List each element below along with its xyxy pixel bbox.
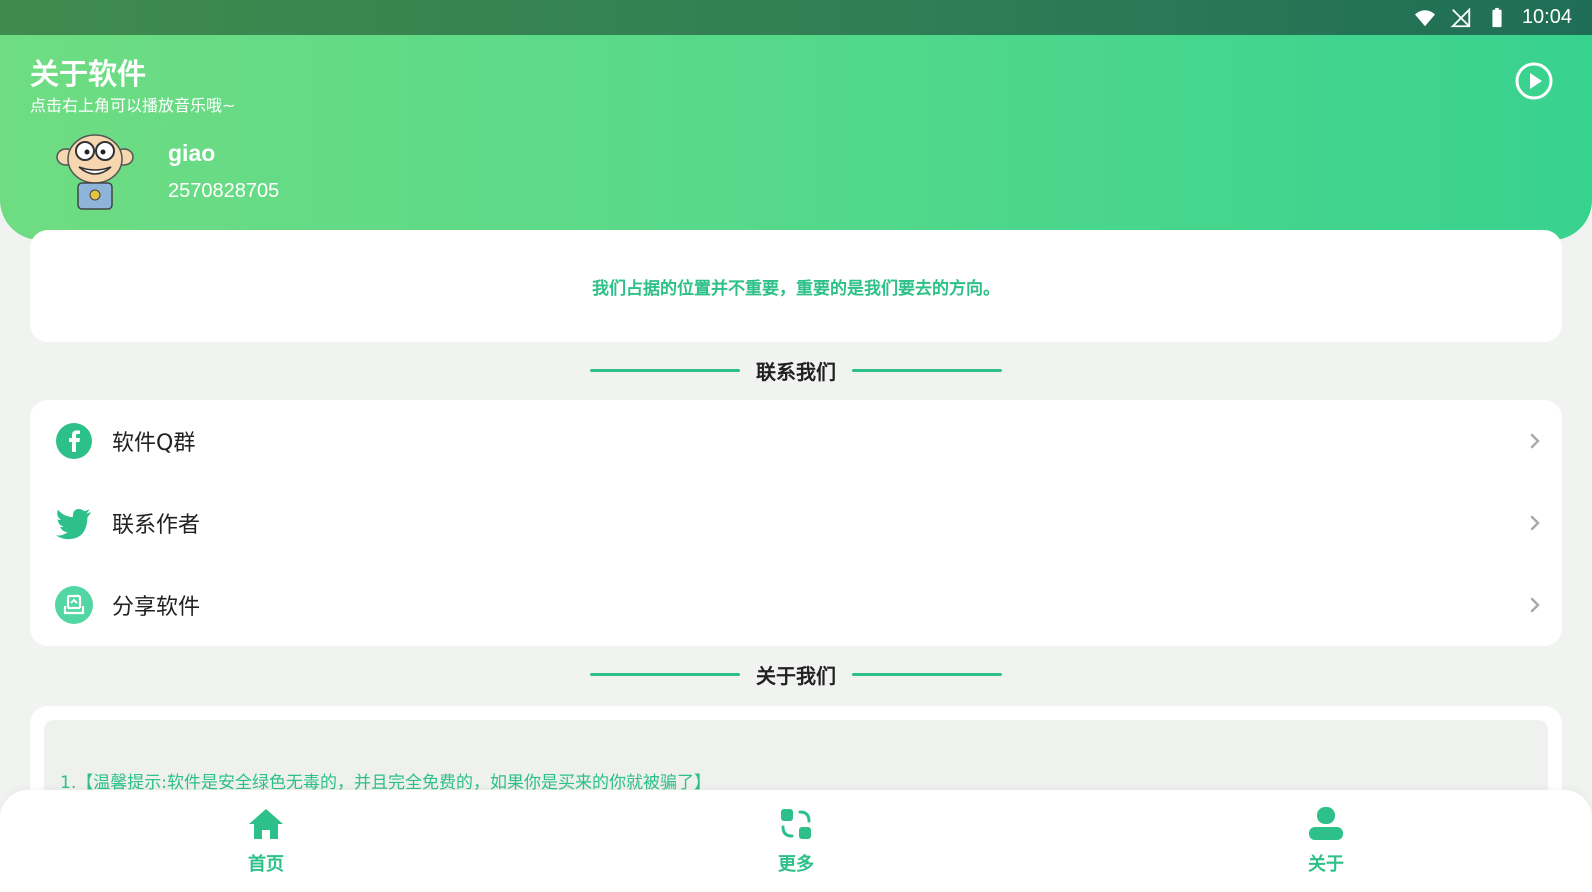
status-bar: 10:04 <box>0 0 1592 35</box>
motto-card: 我们占据的位置并不重要，重要的是我们要去的方向。 <box>30 230 1562 342</box>
about-section-title: 关于我们 <box>0 660 1592 689</box>
chevron-right-icon <box>1530 597 1540 613</box>
home-icon <box>249 809 283 839</box>
list-item-contact-author[interactable]: 联系作者 <box>30 482 1562 564</box>
wifi-icon <box>1414 9 1436 26</box>
no-signal-icon <box>1450 7 1471 27</box>
nav-label: 关于 <box>1308 854 1344 875</box>
bottom-navigation: 首页 更多 关于 <box>0 790 1592 892</box>
nav-tab-home[interactable]: 首页 <box>206 804 326 876</box>
section-heading: 关于我们 <box>756 664 836 688</box>
profile-header: 关于软件 点击右上角可以播放音乐哦~ giao 2570828705 <box>0 35 1592 240</box>
page-title: 关于软件 <box>30 57 147 91</box>
nav-label: 首页 <box>248 854 284 875</box>
user-id: 2570828705 <box>168 180 280 202</box>
contact-list: 软件Q群 联系作者 分享软件 <box>30 400 1562 646</box>
nav-label: 更多 <box>778 854 814 875</box>
divider-line <box>590 369 740 372</box>
facebook-icon <box>56 423 92 459</box>
page-subtitle: 点击右上角可以播放音乐哦~ <box>30 96 236 115</box>
chevron-right-icon <box>1530 433 1540 449</box>
nav-tab-about[interactable]: 关于 <box>1266 804 1386 876</box>
nav-tab-more[interactable]: 更多 <box>736 804 856 876</box>
user-icon <box>1309 807 1343 840</box>
divider-line <box>852 369 1002 372</box>
section-heading: 联系我们 <box>756 360 836 384</box>
twitter-icon <box>56 508 91 540</box>
avatar[interactable] <box>52 127 138 213</box>
grid-more-icon <box>781 809 811 839</box>
list-item-label: 分享软件 <box>112 595 201 620</box>
divider-line <box>590 673 740 676</box>
divider-line <box>852 673 1002 676</box>
status-time: 10:04 <box>1521 6 1572 28</box>
list-item-share-app[interactable]: 分享软件 <box>30 564 1562 646</box>
share-icon <box>55 586 93 624</box>
list-item-label: 联系作者 <box>112 513 201 538</box>
list-item-qq-group[interactable]: 软件Q群 <box>30 400 1562 482</box>
play-music-button[interactable] <box>1514 61 1554 101</box>
battery-icon <box>1492 7 1502 27</box>
contact-section-title: 联系我们 <box>0 356 1592 385</box>
user-name: giao <box>168 140 216 166</box>
chevron-right-icon <box>1530 515 1540 531</box>
list-item-label: 软件Q群 <box>112 431 196 456</box>
motto-text: 我们占据的位置并不重要，重要的是我们要去的方向。 <box>592 278 1000 299</box>
